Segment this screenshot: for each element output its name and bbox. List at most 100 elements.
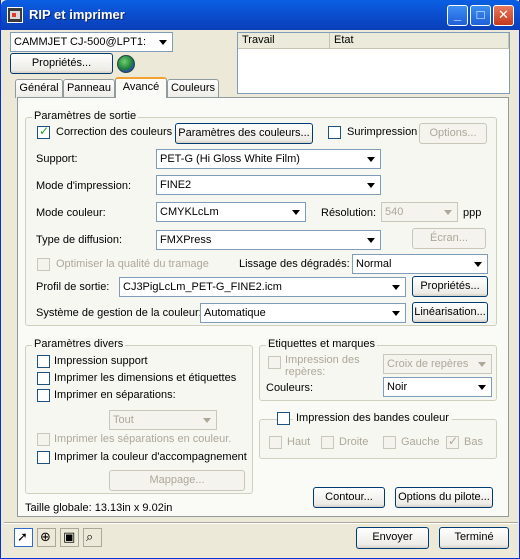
- band-left-checkbox[interactable]: [383, 436, 396, 449]
- close-button[interactable]: ✕: [493, 5, 514, 26]
- print-mode-select[interactable]: FINE2: [156, 175, 381, 195]
- zoom-icon: ⊕: [40, 529, 51, 544]
- marks-select[interactable]: Croix de repères: [383, 354, 492, 374]
- color-mode-label: Mode couleur:: [36, 207, 106, 219]
- marks-print-checkbox[interactable]: [268, 356, 281, 369]
- marks-print-label: Impression des repères:: [285, 354, 360, 378]
- chevron-down-icon: [363, 151, 379, 167]
- labels-marks-title: Etiquettes et marques: [266, 338, 378, 350]
- color-bands-checkbox[interactable]: [277, 412, 290, 425]
- separator: [4, 522, 518, 524]
- band-bottom-label: Bas: [464, 436, 483, 448]
- column-job[interactable]: Travail: [238, 33, 330, 49]
- globe-icon[interactable]: [117, 55, 135, 73]
- smoothing-value: Normal: [356, 258, 392, 270]
- minimize-button[interactable]: _: [447, 5, 468, 26]
- support-value: PET-G (Hi Gloss White Film): [160, 153, 300, 165]
- properties-button[interactable]: Propriétés...: [10, 53, 113, 74]
- overprint-checkbox[interactable]: [328, 126, 341, 139]
- job-queue-list[interactable]: Travail Etat: [237, 32, 510, 94]
- rip-window: RIP et imprimer _ □ ✕ CAMMJET CJ-500@LPT…: [0, 0, 520, 559]
- support-label: Support:: [36, 153, 78, 165]
- smoothing-select[interactable]: Normal: [352, 254, 488, 274]
- band-bottom-checkbox[interactable]: [446, 434, 459, 449]
- diffusion-value: FMXPress: [160, 234, 212, 246]
- colors-value: Noir: [387, 381, 408, 393]
- profile-label: Profil de sortie:: [36, 281, 110, 293]
- magnifier-icon: ⌕: [86, 529, 94, 544]
- print-support-checkbox[interactable]: [37, 355, 50, 368]
- resolution-value: 540: [385, 206, 404, 218]
- support-select[interactable]: PET-G (Hi Gloss White Film): [156, 149, 381, 169]
- tab-general[interactable]: Général: [15, 79, 63, 98]
- profile-select[interactable]: CJ3PigLcLm_PET-G_FINE2.icm: [119, 277, 406, 297]
- diffusion-label: Type de diffusion:: [36, 234, 123, 246]
- print-separations-checkbox[interactable]: [37, 389, 50, 402]
- separations-select[interactable]: Tout: [109, 410, 217, 430]
- color-mode-value: CMYKLcLm: [160, 206, 219, 218]
- print-mode-label: Mode d'impression:: [36, 180, 132, 192]
- printer-select[interactable]: CAMMJET CJ-500@LPT1:: [10, 32, 173, 52]
- resolution-select[interactable]: 540: [381, 202, 458, 222]
- tab-couleurs[interactable]: Couleurs: [167, 79, 219, 98]
- separations-value: Tout: [113, 414, 134, 426]
- options-button[interactable]: Options...: [419, 123, 487, 144]
- profile-properties-button[interactable]: Propriétés...: [412, 276, 488, 297]
- app-icon: [7, 7, 23, 23]
- print-separations-label: Imprimer en séparations:: [54, 389, 176, 401]
- arrow-tool-button[interactable]: ➚: [14, 528, 33, 547]
- printer-value: CAMMJET CJ-500@LPT1:: [14, 36, 146, 48]
- color-correction-label: Correction des couleurs: [56, 126, 173, 138]
- linearization-button[interactable]: Linéarisation...: [412, 302, 488, 323]
- print-sep-color-checkbox[interactable]: [37, 433, 50, 446]
- diffusion-select[interactable]: FMXPress: [156, 230, 381, 250]
- mapping-button[interactable]: Mappage...: [109, 470, 245, 491]
- chevron-down-icon: [155, 34, 171, 50]
- output-params-title: Paramètres de sortie: [32, 110, 139, 122]
- cms-label: Système de gestion de la couleur:: [36, 307, 202, 319]
- band-top-checkbox[interactable]: [269, 436, 282, 449]
- print-dims-checkbox[interactable]: [37, 372, 50, 385]
- misc-params-title: Paramètres divers: [32, 338, 126, 350]
- print-mode-value: FINE2: [160, 179, 192, 191]
- optimize-checkbox[interactable]: [37, 258, 50, 271]
- preview-tool-button[interactable]: ⌕: [83, 528, 102, 547]
- resolution-label: Résolution:: [321, 207, 377, 219]
- overprint-label: Surimpression: [347, 126, 418, 138]
- chevron-down-icon: [440, 204, 456, 220]
- column-state[interactable]: Etat: [330, 33, 509, 49]
- send-button[interactable]: Envoyer: [356, 527, 429, 549]
- chevron-down-icon: [388, 279, 404, 295]
- print-spot-checkbox[interactable]: [37, 451, 50, 464]
- screen-button[interactable]: Écran...: [412, 228, 486, 249]
- colors-select[interactable]: Noir: [383, 377, 492, 397]
- band-left-label: Gauche: [401, 436, 440, 448]
- chevron-down-icon: [363, 232, 379, 248]
- tab-panneau[interactable]: Panneau: [63, 79, 115, 98]
- color-bands-label: Impression des bandes couleur: [293, 412, 452, 424]
- image-tool-button[interactable]: ▣: [60, 528, 79, 547]
- optimize-label: Optimiser la qualité du tramage: [56, 258, 209, 270]
- chevron-down-icon: [388, 305, 404, 321]
- arrow-icon: ➚: [17, 529, 28, 544]
- driver-options-button[interactable]: Options du pilote...: [395, 487, 493, 508]
- print-dims-label: Imprimer les dimensions et étiquettes: [54, 372, 237, 384]
- done-button[interactable]: Terminé: [439, 527, 509, 549]
- band-right-checkbox[interactable]: [321, 436, 334, 449]
- window-title: RIP et imprimer: [29, 7, 125, 22]
- total-size: Taille globale: 13.13in x 9.02in: [25, 502, 173, 514]
- maximize-button[interactable]: □: [470, 5, 491, 26]
- band-right-label: Droite: [339, 436, 369, 448]
- chevron-down-icon: [474, 356, 490, 372]
- resolution-unit: ppp: [463, 207, 482, 219]
- color-params-button[interactable]: Paramètres des couleurs...: [175, 123, 313, 144]
- tab-avance[interactable]: Avancé: [115, 77, 167, 98]
- chevron-down-icon: [363, 177, 379, 193]
- profile-value: CJ3PigLcLm_PET-G_FINE2.icm: [123, 281, 282, 293]
- print-spot-label: Imprimer la couleur d'accompagnement: [54, 451, 247, 463]
- zoom-tool-button[interactable]: ⊕: [37, 528, 56, 547]
- color-mode-select[interactable]: CMYKLcLm: [156, 202, 306, 222]
- cms-select[interactable]: Automatique: [200, 303, 406, 323]
- contour-button[interactable]: Contour...: [313, 487, 385, 508]
- color-correction-checkbox[interactable]: [37, 124, 50, 139]
